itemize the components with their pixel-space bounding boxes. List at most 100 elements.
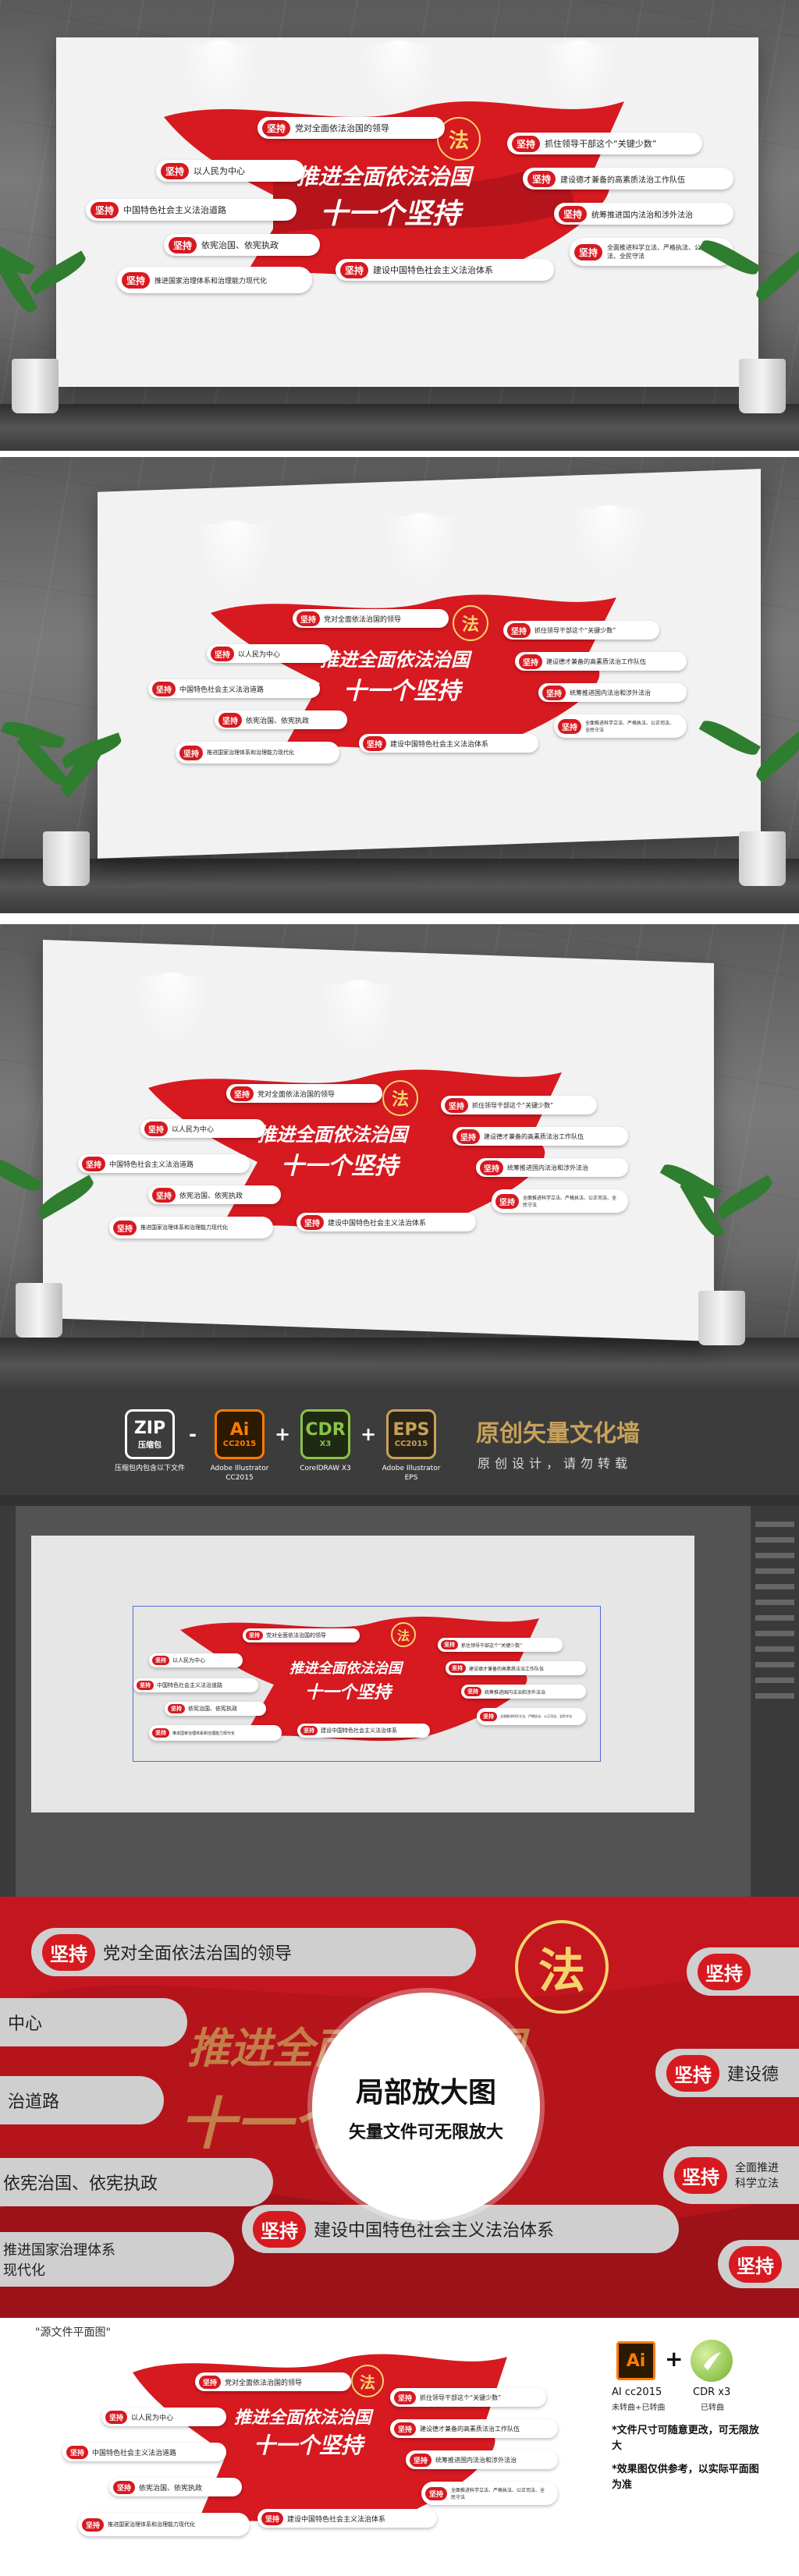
principle-pill: 坚持 以人民为中心 <box>101 2408 226 2426</box>
principle-pill: 坚持 中国特色社会主义法治道路 <box>86 199 297 221</box>
zip-label: ZIP <box>133 1419 166 1438</box>
tag-badge: 坚持 <box>464 1687 481 1696</box>
principle-text: 以人民为中心 <box>131 2414 174 2422</box>
law-emblem-icon: 法 <box>391 1622 416 1647</box>
principle-text: 全面推进科学立法、严格执法、公正司法、全民守法 <box>500 1714 572 1718</box>
principle-text: 党对全面依法治国的领导 <box>295 123 390 133</box>
principle-text: 依宪治国、依宪执政 <box>139 2484 203 2493</box>
plus-sign: + <box>665 2346 684 2372</box>
principle-text: 党对全面依法治国的领导 <box>225 2379 303 2387</box>
principle-text: 抓住领导干部这个“关键少数” <box>461 1642 523 1649</box>
magnify-circle: 局部放大图 矢量文件可无限放大 <box>312 1993 540 2220</box>
principle-pill: 坚持 推进国家治理体系和治理能力现代化 <box>149 1725 282 1741</box>
spotlight <box>133 971 211 1046</box>
principle-pill: 坚持 全面推进科学立法、严格执法、公正司法、全民守法 <box>477 1708 586 1725</box>
eps-sub: CC2015 <box>394 1440 428 1448</box>
principle-pill: 坚持 以人民为中心 <box>149 1653 243 1667</box>
cdr-caption: CorelDRAW X3 <box>300 1465 351 1472</box>
file-format-banner: ZIP 压缩包 压缩包内包含以下文件 - Ai CC2015 Adobe Ill… <box>0 1392 799 1495</box>
principle-pill: 坚持 全面推进科学立法、严格执法、公正司法、全民守法 <box>554 714 687 738</box>
plus-separator: + <box>360 1423 377 1445</box>
zoom-pill: 坚持 全面推进 科学立法 <box>663 2146 799 2204</box>
principle-text: 以人民为中心 <box>172 1657 205 1664</box>
tag-badge: 坚持 <box>559 205 588 222</box>
editor-toolbar <box>0 1506 16 1897</box>
banner-headline: 原创矢量文化墙 <box>476 1420 640 1447</box>
principle-text: 党对全面依法治国的领导 <box>266 1632 326 1639</box>
principle-pill: 坚持 依宪治国、依宪执政 <box>164 234 320 256</box>
principle-text: 中国特色社会主义法治道路 <box>157 1682 222 1688</box>
tag-badge: 坚持 <box>394 2390 417 2404</box>
banner-subline: 原创设计，请勿转载 <box>478 1456 633 1471</box>
principle-pill: 坚持 党对全面依法治国的领导 <box>195 2372 351 2391</box>
spotlight <box>195 519 273 594</box>
tag-badge: 坚持 <box>169 236 197 253</box>
principle-pill: 坚持 建设德才兼备的高素质法治工作队伍 <box>523 168 733 190</box>
cdr-file-label: CDR x3 <box>693 2386 731 2398</box>
mockup-scene-3: 法 推进全面依法治国 十一个坚持 坚持 党对全面依法治国的领导 坚持 以人民为中心 … <box>0 924 799 1392</box>
tag-badge: 坚持 <box>161 162 190 179</box>
zoom-pill-text: 建设中国特色社会主义法治体系 <box>314 2221 555 2241</box>
cdr-sub: X3 <box>319 1440 332 1448</box>
law-emblem-icon: 法 <box>382 1080 418 1116</box>
cdr-file-icon <box>691 2340 733 2382</box>
principle-text: 中国特色社会主义法治道路 <box>92 2449 177 2457</box>
principle-pill: 坚持 依宪治国、依宪执政 <box>215 710 347 729</box>
principle-text: 统筹推进国内法治和涉外法治 <box>507 1164 588 1171</box>
principle-pill: 坚持 抓住领导干部这个“关键少数” <box>507 133 702 154</box>
culture-wall-design: 法 推进全面依法治国 十一个坚持 坚持 党对全面依法治国的领导 坚持 以人民为中心 … <box>86 86 733 320</box>
principle-text: 以人民为中心 <box>172 1125 215 1134</box>
principle-pill: 坚持 推进国家治理体系和治理能力现代化 <box>78 2513 250 2536</box>
spotlight <box>320 979 398 1054</box>
editor-menu-bar <box>0 1495 799 1506</box>
principle-text: 抓住领导干部这个“关键少数” <box>472 1101 554 1109</box>
tag-badge: 坚持 <box>300 1726 318 1735</box>
tag-badge: 坚持 <box>480 1712 497 1721</box>
potted-plant-left <box>0 1150 98 1338</box>
spotlight <box>382 512 460 586</box>
tag-badge: 坚持 <box>410 2453 432 2467</box>
potted-plant-right <box>655 1158 788 1345</box>
tag-badge: 坚持 <box>113 1220 137 1235</box>
principle-text: 统筹推进国内法治和涉外法治 <box>435 2456 517 2464</box>
ai-sub: CC2015 <box>222 1440 257 1448</box>
principle-text: 建设德才兼备的高素质法治工作队伍 <box>546 657 646 665</box>
principle-pill: 坚持 建设德才兼备的高素质法治工作队伍 <box>390 2419 558 2438</box>
zoom-pill: 依宪治国、依宪执政 <box>0 2158 273 2206</box>
tag-badge: 坚持 <box>449 1664 466 1673</box>
tag-badge: 坚持 <box>300 1214 324 1230</box>
design-title-line2: 十一个坚持 <box>320 198 461 230</box>
principle-text: 全面推进科学立法、严格执法、公正司法、全民守法 <box>523 1196 617 1208</box>
zip-format-icon: ZIP 压缩包 <box>125 1409 175 1459</box>
principle-text: 依宪治国、依宪执政 <box>201 240 279 250</box>
principle-pill: 坚持 抓住领导干部这个“关键少数” <box>503 621 659 640</box>
principle-text: 推进国家治理体系和治理能力现代化 <box>154 277 268 285</box>
zoom-pill: 坚持 <box>718 2240 799 2288</box>
ai-file-icon: Ai <box>616 2341 655 2380</box>
eps-format-icon: EPS CC2015 <box>386 1409 436 1459</box>
zoom-pill-text: 现代化 <box>3 2262 45 2279</box>
principle-pill: 坚持 党对全面依法治国的领导 <box>257 117 445 139</box>
ai-file-label: AI cc2015 <box>612 2386 662 2398</box>
tag-badge: 坚持 <box>507 622 531 638</box>
design-title-line2: 十一个坚持 <box>281 1153 398 1180</box>
principle-pill: 坚持 全面推进科学立法、严格执法、公正司法、全民守法 <box>492 1189 628 1213</box>
eps-label: EPS <box>392 1420 430 1440</box>
zoom-pill-text: 建设德 <box>727 2065 779 2085</box>
tag-badge: 坚持 <box>558 718 581 734</box>
principle-text: 统筹推进国内法治和涉外法治 <box>570 689 651 696</box>
potted-plant-right <box>698 714 799 886</box>
zoom-pill-text: 中心 <box>8 2014 43 2034</box>
source-plan-label: "源文件平面图" <box>35 2326 111 2339</box>
principle-text: 建设德才兼备的高素质法治工作队伍 <box>560 175 686 185</box>
note-reference: *效果图仅供参考，以实际平面图为准 <box>612 2464 759 2491</box>
principle-text: 建设中国特色社会主义法治体系 <box>373 265 494 275</box>
law-emblem-icon: 法 <box>351 2365 384 2397</box>
principle-text: 统筹推进国内法治和涉外法治 <box>591 211 694 220</box>
principle-text: 中国特色社会主义法治道路 <box>179 686 265 694</box>
tag-badge: 坚持 <box>144 1121 168 1136</box>
zoom-pill: 坚持 党对全面依法治国的领导 <box>31 1928 476 1976</box>
cdr-file-note: 已转曲 <box>701 2404 724 2412</box>
tag-badge: 坚持 <box>66 2445 89 2459</box>
tag-badge: 坚持 <box>122 271 151 289</box>
